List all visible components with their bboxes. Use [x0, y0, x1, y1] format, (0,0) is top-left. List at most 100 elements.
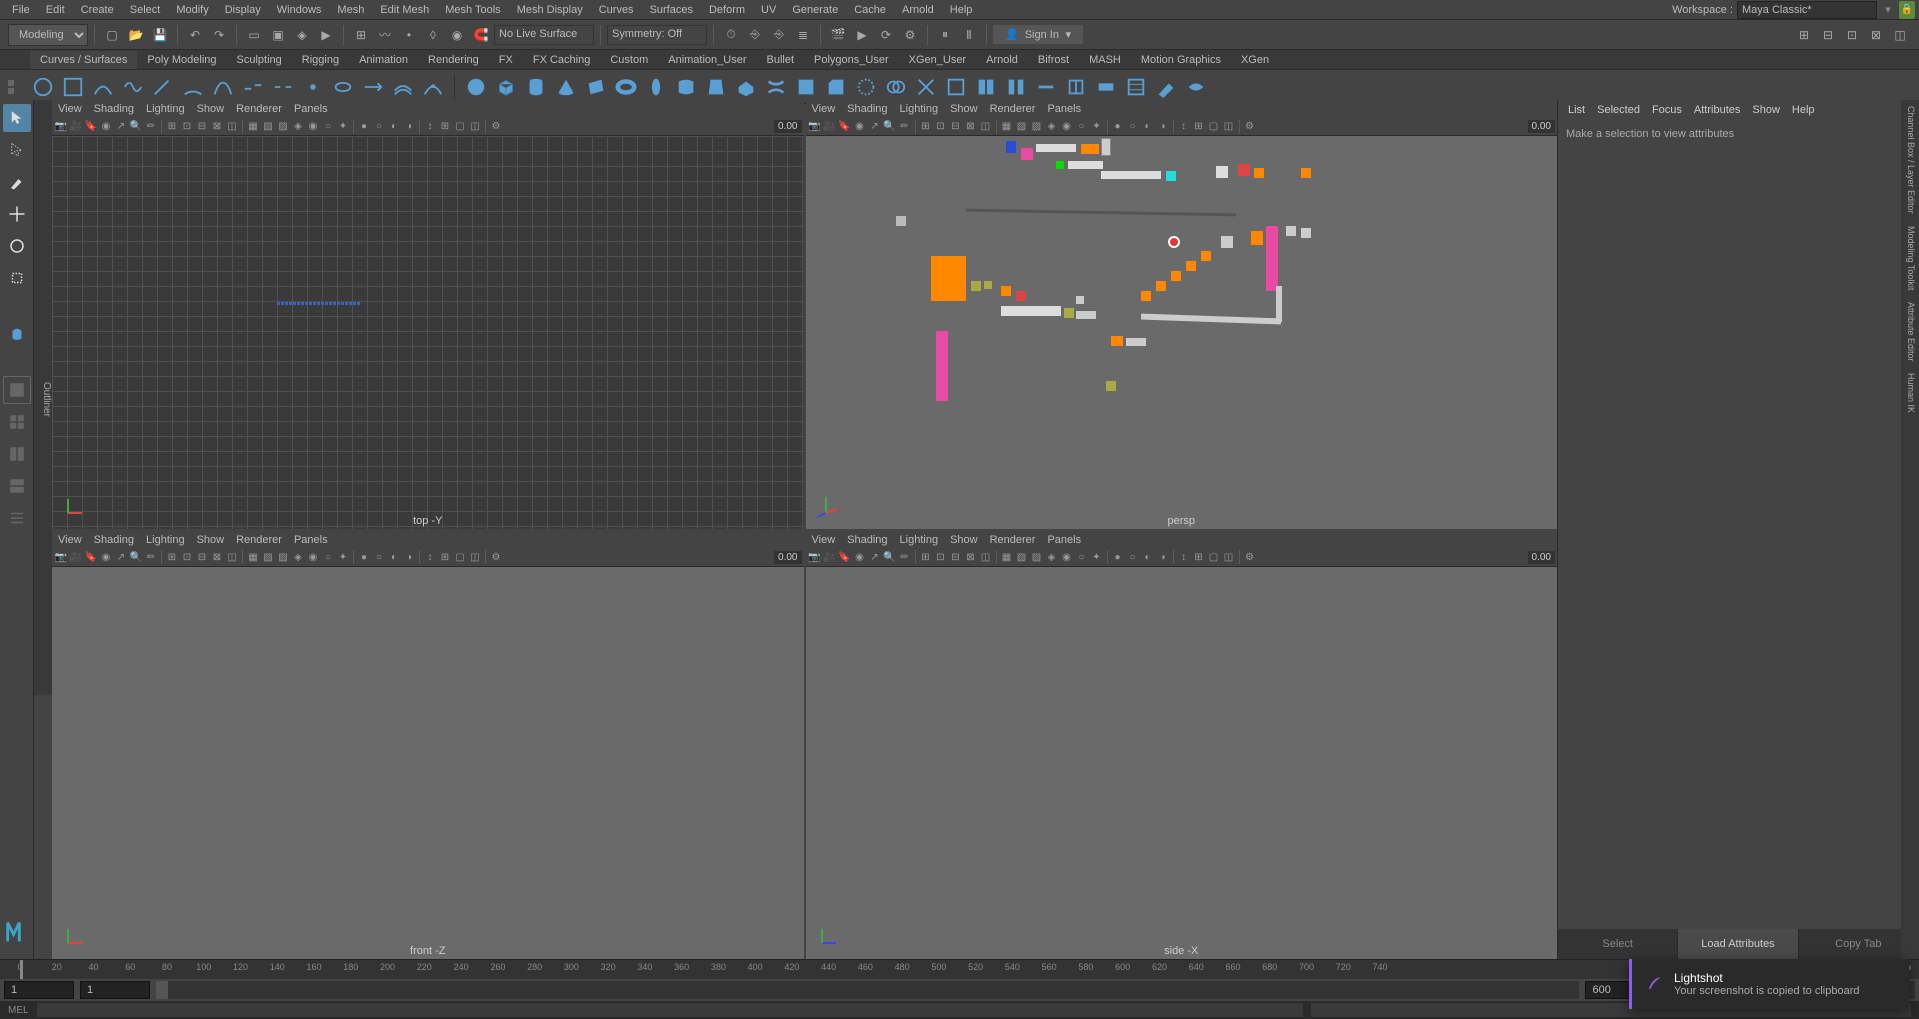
scale-tool[interactable]	[3, 264, 31, 292]
trim-icon[interactable]	[913, 74, 939, 100]
attr-tab-attributes[interactable]: Attributes	[1694, 104, 1740, 116]
menu-edit[interactable]: Edit	[38, 0, 73, 20]
shelf-tab-animation[interactable]: Animation	[349, 51, 418, 69]
viewport-menu-view[interactable]: View	[812, 103, 836, 115]
viewport-tool-9[interactable]: ⊡	[180, 550, 194, 564]
construction-history-icon[interactable]: ≣	[792, 24, 814, 46]
extrude-icon[interactable]	[733, 74, 759, 100]
viewport-tool-29[interactable]: ▢	[453, 550, 467, 564]
viewport-side-canvas[interactable]: side -X	[806, 567, 1558, 960]
outliner-layout[interactable]	[3, 504, 31, 532]
viewport-tool-5[interactable]: 🔍	[883, 120, 897, 134]
menu-cache[interactable]: Cache	[846, 0, 894, 20]
viewport-menu-view[interactable]: View	[812, 534, 836, 546]
viewport-tool-22[interactable]: ●	[1111, 120, 1125, 134]
viewport-tool-3[interactable]: ◉	[853, 550, 867, 564]
extend-curve-icon[interactable]	[360, 74, 386, 100]
viewport-tool-10[interactable]: ⊟	[195, 550, 209, 564]
lightshot-toast[interactable]: Lightshot Your screenshot is copied to c…	[1629, 959, 1909, 1009]
menu-create[interactable]: Create	[73, 0, 122, 20]
open-scene-icon[interactable]: 📂	[125, 24, 147, 46]
viewport-tool-22[interactable]: ●	[357, 120, 371, 134]
nurbs-square-icon[interactable]	[60, 74, 86, 100]
viewport-menu-shading[interactable]: Shading	[847, 534, 887, 546]
viewport-tool-18[interactable]: ◉	[306, 550, 320, 564]
viewport-tool-24[interactable]: ◐	[387, 550, 401, 564]
attr-tab-help[interactable]: Help	[1792, 104, 1815, 116]
viewport-tool-6[interactable]: ✏	[144, 120, 158, 134]
viewport-tool-19[interactable]: ○	[1075, 550, 1089, 564]
playback-toggle-icon[interactable]: ⏸	[934, 24, 956, 46]
viewport-tool-32[interactable]: ⚙	[489, 550, 503, 564]
nurbs-torus-icon[interactable]	[613, 74, 639, 100]
viewport-tool-2[interactable]: 🔖	[838, 120, 852, 134]
viewport-tool-12[interactable]: ◫	[979, 120, 993, 134]
menu-display[interactable]: Display	[217, 0, 269, 20]
snap-grid-icon[interactable]: ⊞	[350, 24, 372, 46]
viewport-tool-0[interactable]: 📷	[808, 120, 822, 134]
menu-surfaces[interactable]: Surfaces	[642, 0, 701, 20]
two-pane-h-layout[interactable]	[3, 472, 31, 500]
viewport-menu-show[interactable]: Show	[950, 103, 978, 115]
viewport-tool-3[interactable]: ◉	[853, 120, 867, 134]
viewport-tool-15[interactable]: ▧	[1015, 120, 1029, 134]
side-tab-modeling-toolkit[interactable]: Modeling Toolkit	[1901, 220, 1919, 296]
viewport-tool-15[interactable]: ▧	[1015, 550, 1029, 564]
nurbs-circle-icon[interactable]	[30, 74, 56, 100]
last-tool[interactable]	[3, 320, 31, 348]
playback-start-icon[interactable]: Ⅱ	[958, 24, 980, 46]
output-connections-icon[interactable]: ⎆	[768, 24, 790, 46]
project-curve-icon[interactable]	[853, 74, 879, 100]
menu-select[interactable]: Select	[122, 0, 169, 20]
viewport-persp-canvas[interactable]: persp	[806, 136, 1558, 529]
shelf-tab-arnold[interactable]: Arnold	[976, 51, 1028, 69]
shelf-tab-xgen-user[interactable]: XGen_User	[899, 51, 976, 69]
menu-mesh-tools[interactable]: Mesh Tools	[437, 0, 508, 20]
viewport-tool-11[interactable]: ⊠	[210, 550, 224, 564]
viewport-tool-14[interactable]: ▦	[1000, 120, 1014, 134]
viewport-tool-9[interactable]: ⊡	[934, 120, 948, 134]
viewport-tool-0[interactable]: 📷	[808, 550, 822, 564]
viewport-tool-20[interactable]: ✦	[1090, 550, 1104, 564]
shelf-tab-fx-caching[interactable]: FX Caching	[523, 51, 600, 69]
boundary-icon[interactable]	[793, 74, 819, 100]
menu-arnold[interactable]: Arnold	[894, 0, 942, 20]
cv-curve-icon[interactable]	[120, 74, 146, 100]
shelf-tab-motion-graphics[interactable]: Motion Graphics	[1131, 51, 1231, 69]
shelf-scroll-down-icon[interactable]	[8, 88, 14, 94]
viewport-tool-1[interactable]: 🎥	[823, 120, 837, 134]
viewport-tool-23[interactable]: ○	[372, 120, 386, 134]
viewport-tool-16[interactable]: ▨	[1030, 550, 1044, 564]
viewport-menu-show[interactable]: Show	[197, 534, 225, 546]
viewport-tool-20[interactable]: ✦	[336, 120, 350, 134]
viewport-tool-2[interactable]: 🔖	[84, 550, 98, 564]
viewport-menu-show[interactable]: Show	[950, 534, 978, 546]
add-points-icon[interactable]	[420, 74, 446, 100]
viewport-tool-1[interactable]: 🎥	[823, 550, 837, 564]
shelf-tab-animation-user[interactable]: Animation_User	[658, 51, 756, 69]
viewport-tool-32[interactable]: ⚙	[1243, 550, 1257, 564]
shelf-tab-custom[interactable]: Custom	[600, 51, 658, 69]
select-component-icon[interactable]: ▶	[315, 24, 337, 46]
live-surface-select[interactable]: No Live Surface	[494, 25, 594, 45]
move-tool[interactable]	[3, 200, 31, 228]
shelf-tab-polygons-user[interactable]: Polygons_User	[804, 51, 899, 69]
viewport-top-canvas[interactable]: top -Y	[52, 136, 804, 529]
nurbs-cone-icon[interactable]	[553, 74, 579, 100]
viewport-tool-19[interactable]: ○	[321, 550, 335, 564]
input-connections-icon[interactable]: ⎆	[744, 24, 766, 46]
viewport-menu-renderer[interactable]: Renderer	[990, 534, 1036, 546]
viewport-tool-0[interactable]: 📷	[54, 550, 68, 564]
attach-surf-icon[interactable]	[973, 74, 999, 100]
viewport-tool-9[interactable]: ⊡	[934, 550, 948, 564]
viewport-tool-0[interactable]: 📷	[54, 120, 68, 134]
snap-plane-icon[interactable]: ◊	[422, 24, 444, 46]
viewport-tool-6[interactable]: ✏	[144, 550, 158, 564]
bevel-icon[interactable]	[823, 74, 849, 100]
viewport-tool-32[interactable]: ⚙	[489, 120, 503, 134]
rotate-tool[interactable]	[3, 232, 31, 260]
shelf-tab-xgen[interactable]: XGen	[1231, 51, 1279, 69]
snap-curve-icon[interactable]: 〰	[374, 24, 396, 46]
viewport-tool-5[interactable]: 🔍	[129, 120, 143, 134]
two-pane-v-layout[interactable]	[3, 440, 31, 468]
